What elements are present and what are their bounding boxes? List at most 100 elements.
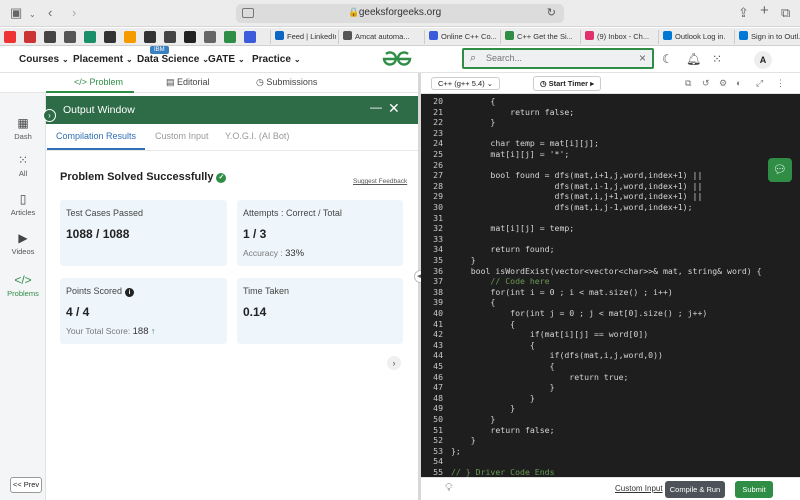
tab-overview-icon[interactable]: ⧉	[781, 6, 790, 20]
custom-input-link[interactable]: Custom Input	[615, 484, 663, 493]
code-line[interactable]: bool isWordExist(vector<vector<char>>& m…	[451, 266, 762, 276]
code-line[interactable]: return true;	[451, 372, 628, 382]
search-input[interactable]	[486, 53, 626, 63]
code-line[interactable]: mat[i][j] = temp;	[451, 223, 574, 233]
suggest-feedback-link[interactable]: Suggest Feedback	[353, 178, 407, 185]
search-box[interactable]: ⌕ ×	[462, 48, 654, 69]
bookmark-tab[interactable]: Online C++ Co...	[424, 30, 496, 44]
minimize-icon[interactable]: —	[370, 100, 382, 114]
reset-icon[interactable]: ↺	[702, 78, 710, 89]
bookmark-icon[interactable]	[204, 31, 216, 43]
bookmark-tab[interactable]: C++ Get the Si...	[500, 30, 572, 44]
bookmark-tab[interactable]: Sign in to Outl...	[734, 30, 800, 44]
code-line[interactable]: {	[451, 340, 535, 350]
chevron-down-icon[interactable]: ⌄	[29, 8, 36, 22]
sidebar-item-dash[interactable]: ▦ Dash	[0, 116, 46, 141]
avatar[interactable]: A	[754, 51, 772, 69]
code-line[interactable]: if(dfs(mat,i,j,word,0))	[451, 350, 663, 360]
code-line[interactable]: // Code here	[451, 276, 549, 286]
bookmark-icon[interactable]	[244, 31, 256, 43]
bookmark-icon[interactable]	[44, 31, 56, 43]
tab-submissions[interactable]: ◷ Submissions	[256, 77, 317, 88]
code-line[interactable]: }	[451, 255, 476, 265]
code-line[interactable]: {	[451, 96, 495, 106]
tab-compilation-results[interactable]: Compilation Results	[56, 131, 136, 141]
code-line[interactable]: dfs(mat,i,j+1,word,index+1) ||	[451, 191, 703, 201]
sidebar-item-videos[interactable]: ▶ Videos	[0, 231, 46, 256]
google-icon[interactable]	[164, 31, 176, 43]
theme-icon[interactable]: ◐	[736, 78, 741, 88]
code-line[interactable]: bool found = dfs(mat,i+1,j,word,index+1)…	[451, 170, 702, 180]
language-select[interactable]: C++ (g++ 5.4) ⌄	[431, 77, 501, 90]
code-line[interactable]: for(int j = 0 ; j < mat[0].size() ; j++)	[451, 308, 707, 318]
code-line[interactable]: return false;	[451, 425, 554, 435]
submit-button[interactable]: Submit	[735, 481, 773, 498]
reload-icon[interactable]: ↻	[547, 6, 556, 19]
code-line[interactable]: if(mat[i][j] == word[0])	[451, 329, 648, 339]
fullscreen-icon[interactable]: ⤢	[756, 78, 763, 89]
code-editor[interactable]: 20 {21 return false; 22 } 23 24 char temp =…	[421, 94, 800, 477]
bookmark-tab[interactable]: Feed | LinkedIn	[270, 30, 336, 44]
code-line[interactable]: }	[451, 382, 555, 392]
nav-data-science[interactable]: Data Science ⌄	[137, 54, 209, 65]
code-line[interactable]: }	[451, 403, 515, 413]
sidebar-item-all[interactable]: ⁙ All	[0, 153, 46, 178]
code-line[interactable]: // } Driver Code Ends	[451, 467, 555, 477]
code-line[interactable]: }	[451, 414, 495, 424]
nav-practice[interactable]: Practice ⌄	[252, 54, 301, 65]
start-timer-button[interactable]: ◷ Start Timer ▸	[533, 76, 601, 91]
nav-gate[interactable]: GATE ⌄	[208, 54, 245, 65]
compile-run-button[interactable]: Compile & Run	[665, 481, 725, 498]
nav-courses[interactable]: Courses ⌄	[19, 54, 69, 65]
tab-editorial[interactable]: ▤ Editorial	[166, 77, 210, 88]
clear-icon[interactable]: ×	[639, 51, 646, 65]
code-line[interactable]: char temp = mat[i][j];	[451, 138, 598, 148]
lightbulb-icon[interactable]: 💡︎	[445, 482, 453, 495]
bookmark-icon[interactable]	[84, 31, 96, 43]
sidebar-toggle-icon[interactable]: ▣	[10, 6, 22, 20]
back-icon[interactable]: ‹	[48, 6, 52, 20]
code-line[interactable]: {	[451, 297, 495, 307]
sidebar-item-articles[interactable]: ▯ Articles	[0, 192, 46, 217]
code-line[interactable]: {	[451, 319, 515, 329]
grid-icon[interactable]: ⁙	[712, 52, 722, 66]
nav-placement[interactable]: Placement ⌄	[73, 54, 133, 65]
code-line[interactable]: return found;	[451, 244, 554, 254]
bookmark-icon[interactable]	[24, 31, 36, 43]
close-icon[interactable]: ✕	[388, 100, 400, 117]
code-line[interactable]: }	[451, 117, 495, 127]
bookmark-tab[interactable]: Outlook Log in...	[658, 30, 726, 44]
tab-yogi-ai-bot[interactable]: Y.O.G.I. (AI Bot)	[225, 131, 289, 141]
copy-icon[interactable]: ⧉	[685, 78, 691, 89]
new-tab-icon[interactable]: +	[760, 3, 769, 18]
bookmark-tab[interactable]: (9) Inbox - Ch...	[580, 30, 652, 44]
dark-mode-icon[interactable]: ☾	[662, 52, 673, 66]
sidebar-item-problems[interactable]: </> Problems	[0, 273, 46, 298]
amazon-icon[interactable]	[184, 31, 196, 43]
code-line[interactable]: dfs(mat,i-1,j,word,index+1) ||	[451, 181, 703, 191]
info-icon[interactable]: i	[125, 288, 135, 297]
chevron-right-icon[interactable]: ›	[387, 356, 401, 370]
forward-icon[interactable]: ›	[72, 6, 76, 20]
expand-arrow-icon[interactable]: ›	[43, 109, 56, 122]
bookmark-icon[interactable]	[64, 31, 76, 43]
youtube-icon[interactable]	[4, 31, 16, 43]
code-line[interactable]: };	[451, 446, 461, 456]
prev-button[interactable]: << Prev	[10, 477, 42, 493]
tab-problem[interactable]: </> Problem	[74, 77, 123, 87]
bookmark-icon[interactable]	[144, 31, 156, 43]
code-line[interactable]: return false;	[451, 107, 574, 117]
code-line[interactable]: }	[451, 435, 476, 445]
code-line[interactable]: mat[i][j] = '*';	[451, 149, 569, 159]
code-line[interactable]: for(int i = 0 ; i < mat.size() ; i++)	[451, 287, 672, 297]
bookmark-icon[interactable]	[124, 31, 136, 43]
chat-icon[interactable]: 💬︎	[768, 158, 792, 182]
address-bar[interactable]: 🔒 geeksforgeeks.org ↻	[236, 4, 564, 23]
gfg-icon[interactable]	[224, 31, 236, 43]
code-line[interactable]: dfs(mat,i,j-1,word,index+1);	[451, 202, 693, 212]
code-line[interactable]: {	[451, 361, 555, 371]
more-icon[interactable]: ⋮	[776, 78, 785, 89]
code-line[interactable]: }	[451, 393, 535, 403]
share-icon[interactable]: ⇪	[738, 6, 749, 20]
bookmark-icon[interactable]	[104, 31, 116, 43]
